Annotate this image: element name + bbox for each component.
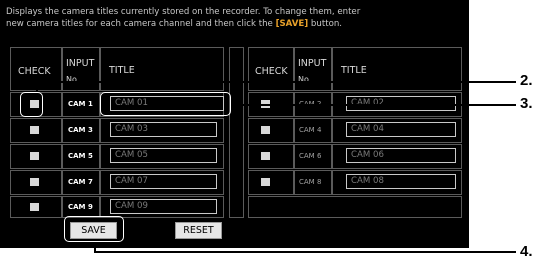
cam-label-5: CAM 5: [68, 152, 93, 160]
cam-label-7: CAM 7: [68, 178, 93, 186]
title-input-cam3[interactable]: CAM 03: [110, 122, 217, 137]
title-input-cam5[interactable]: CAM 05: [110, 148, 217, 163]
checkbox-cam5[interactable]: [30, 152, 39, 160]
callout-frame-checkbox: [20, 92, 43, 117]
left-check-header: CHECK: [18, 66, 51, 77]
title-input-cam8[interactable]: CAM 08: [346, 174, 456, 189]
instructions-text: Displays the camera titles currently sto…: [6, 6, 461, 30]
title-input-cam9[interactable]: CAM 09: [110, 199, 217, 214]
camera-title-panel: Displays the camera titles currently sto…: [0, 0, 469, 248]
right-input-header-cell: INPUT No.: [294, 47, 332, 91]
callout-label-2: 2.: [520, 72, 533, 89]
right-check-header-cell: CHECK: [248, 47, 294, 91]
instructions-line-2-end: button.: [308, 19, 343, 29]
column-separator: [229, 47, 244, 218]
callout-label-3: 3.: [520, 95, 533, 112]
reset-button[interactable]: RESET: [175, 222, 222, 239]
leader-line-3: [231, 104, 516, 106]
save-highlight: [SAVE]: [275, 19, 309, 29]
cam-label-4: CAM 4: [299, 126, 322, 134]
right-title-header-cell: TITLE: [332, 47, 462, 91]
leader-line-4: [94, 251, 516, 253]
leader-line-4-drop: [94, 242, 96, 251]
checkbox-cam8[interactable]: [261, 178, 270, 186]
checkbox-cam7[interactable]: [30, 178, 39, 186]
checkbox-cam6[interactable]: [261, 152, 270, 160]
checkbox-cam4[interactable]: [261, 126, 270, 134]
instructions-line-2: new camera titles for each camera channe…: [6, 19, 276, 29]
cam-label-3: CAM 3: [68, 126, 93, 134]
cam-label-8: CAM 8: [299, 178, 322, 186]
callout-label-4: 4.: [520, 243, 533, 260]
callout-frame-save: [64, 216, 124, 242]
leader-line-2: [36, 81, 516, 83]
left-title-header: TITLE: [109, 65, 135, 76]
callout-frame-title: [100, 92, 231, 116]
title-input-cam4[interactable]: CAM 04: [346, 122, 456, 137]
checkbox-cam9[interactable]: [30, 203, 39, 211]
right-title-header: TITLE: [341, 65, 367, 76]
cam-label-1: CAM 1: [68, 100, 93, 108]
right-empty-row: [248, 196, 462, 218]
checkbox-cam3[interactable]: [30, 126, 39, 134]
left-title-header-cell: TITLE: [100, 47, 224, 91]
instructions-line-1: Displays the camera titles currently sto…: [6, 7, 361, 17]
right-check-header: CHECK: [255, 66, 288, 77]
left-input-sub-header: No.: [66, 75, 80, 84]
left-input-header: INPUT: [66, 58, 95, 69]
right-input-header: INPUT: [298, 58, 327, 69]
cam-label-6: CAM 6: [299, 152, 322, 160]
leader-line-2-drop: [36, 81, 38, 92]
title-input-cam7[interactable]: CAM 07: [110, 174, 217, 189]
left-input-header-cell: INPUT No.: [62, 47, 100, 91]
cam-label-9: CAM 9: [68, 203, 93, 211]
title-input-cam6[interactable]: CAM 06: [346, 148, 456, 163]
right-input-sub-header: No.: [298, 75, 312, 84]
